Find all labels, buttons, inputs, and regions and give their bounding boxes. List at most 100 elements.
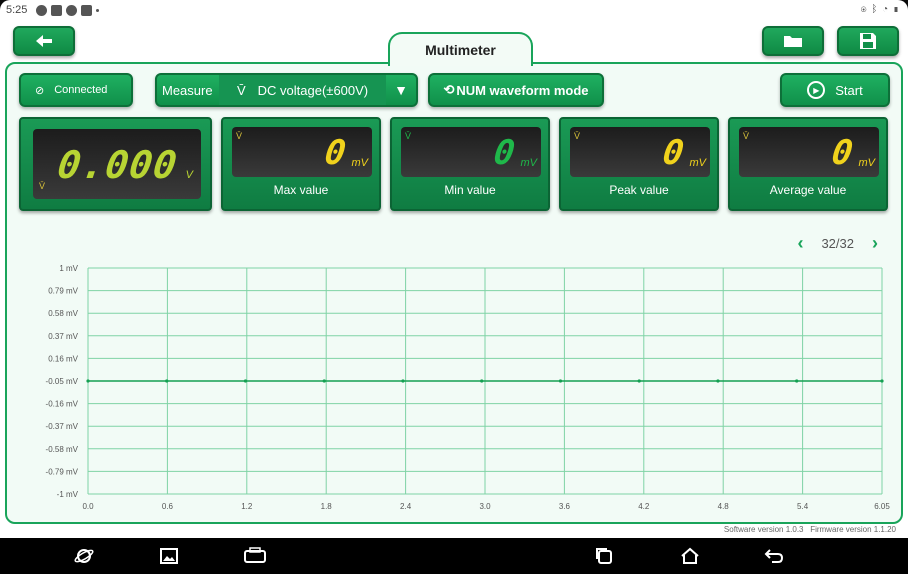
x-tick-label: 3.6	[559, 502, 571, 511]
page-indicator: 32/32	[821, 236, 854, 251]
bluetooth-icon: ᛒ	[871, 4, 879, 15]
vci-nav-button[interactable]	[237, 538, 273, 574]
status-system-icons: ◉ ᛒ ◔ ▮	[861, 4, 900, 15]
waveform-data-point	[86, 379, 90, 383]
y-tick-label: -0.05 mV	[46, 377, 79, 386]
y-tick-label: -1 mV	[57, 490, 79, 499]
open-folder-button[interactable]	[762, 26, 824, 56]
max-value-unit: mV	[351, 157, 369, 169]
gallery-nav-button[interactable]	[151, 538, 187, 574]
measure-select[interactable]: Measure V̄ DC voltage(±600V) ▼	[155, 73, 418, 107]
recent-apps-button[interactable]	[586, 538, 622, 574]
waveform-data-point	[558, 379, 563, 383]
dc-voltage-icon: V̄	[743, 131, 750, 141]
y-tick-label: -0.58 mV	[46, 445, 79, 454]
back-arrow-icon	[36, 35, 52, 47]
x-tick-label: 5.4	[797, 502, 809, 511]
waveform-mode-label: NUM waveform mode	[456, 82, 589, 98]
save-button[interactable]	[837, 26, 899, 56]
min-value-lcd: V̄ 0 mV	[401, 127, 541, 177]
dc-voltage-icon: V̄	[236, 131, 243, 141]
waveform-mode-toggle-button[interactable]: ⟲ NUM waveform mode	[428, 73, 604, 107]
main-lcd: 0.000 V V̄	[33, 129, 201, 199]
home-button[interactable]	[672, 538, 708, 574]
max-value-reading: 0	[321, 133, 349, 173]
y-tick-label: 0.37 mV	[48, 332, 78, 341]
eye-icon: ◉	[860, 4, 868, 15]
dc-voltage-icon: V̄	[405, 131, 412, 141]
status-time: 5:25	[6, 4, 28, 16]
recent-apps-icon	[596, 548, 612, 564]
previous-page-icon[interactable]: ‹	[797, 233, 803, 254]
waveform-data-point	[637, 379, 641, 383]
play-icon: ▶	[807, 81, 826, 99]
waveform-chart: 1 mV 0.79 mV 0.58 mV 0.37 mV 0.16 mV -0.05 mV…	[46, 264, 890, 511]
pager: ‹ 32/32 ›	[797, 233, 878, 254]
x-tick-label: 3.0	[479, 502, 491, 511]
dc-voltage-icon: V̄	[237, 82, 246, 98]
waveform-data-point	[716, 379, 720, 383]
max-value-lcd: V̄ 0 mV	[232, 127, 372, 177]
software-version: Software version 1.0.3	[723, 525, 804, 534]
min-value-reading: 0	[490, 133, 518, 173]
waveform-data-point	[880, 379, 884, 383]
back-nav-button[interactable]	[756, 538, 792, 574]
folder-icon	[784, 36, 802, 47]
waveform-data-point	[165, 379, 169, 383]
measure-value-text: DC voltage(±600V)	[257, 82, 369, 98]
min-value-card: V̄ 0 mV Min value	[390, 117, 550, 211]
version-footer: Software version 1.0.3 Firmware version …	[724, 525, 896, 534]
vpn-icon	[36, 5, 47, 16]
x-tick-label: 1.8	[321, 502, 333, 511]
main-reading-value: 0.000	[54, 143, 181, 187]
x-tick-label: 4.2	[638, 502, 650, 511]
peak-value-reading: 0	[659, 133, 687, 173]
waveform-data-point	[401, 379, 405, 383]
app-screen: 5:25 ◉ ᛒ ◔ ▮ Multimeter ⊘ Connected Meas…	[0, 0, 908, 538]
floppy-disk-icon	[860, 33, 876, 49]
connection-status-button[interactable]: ⊘ Connected	[19, 73, 133, 107]
next-page-icon[interactable]: ›	[872, 233, 878, 254]
more-dot-icon	[96, 9, 99, 12]
peak-value-card: V̄ 0 mV Peak value	[559, 117, 719, 211]
dropdown-arrow-icon: ▼	[394, 82, 408, 98]
battery-icon: ▮	[893, 4, 900, 15]
x-tick-label: 1.2	[241, 502, 253, 511]
image-icon	[160, 548, 178, 564]
firmware-version: Firmware version 1.1.20	[810, 525, 896, 534]
browser-nav-button[interactable]	[66, 538, 102, 574]
y-tick-label: -0.37 mV	[46, 422, 79, 431]
status-notification-icons	[36, 5, 99, 16]
link-icon: ⊘	[35, 84, 45, 97]
min-value-unit: mV	[520, 157, 538, 169]
main-reading-unit: V	[185, 169, 193, 181]
back-button[interactable]	[13, 26, 75, 56]
waveform-data-point	[480, 379, 484, 383]
max-value-label: Max value	[273, 183, 329, 197]
measure-value: V̄ DC voltage(±600V)	[219, 75, 386, 105]
start-button[interactable]: ▶ Start	[780, 73, 890, 107]
measure-label: Measure	[162, 82, 213, 98]
notification-icon	[51, 5, 62, 16]
waveform-data-point	[322, 379, 326, 383]
peak-value-label: Peak value	[609, 183, 669, 197]
android-nav-bar	[0, 538, 908, 574]
connection-status-label: Connected	[54, 84, 108, 96]
x-tick-label: 0.0	[82, 502, 94, 511]
x-tick-label: 0.6	[162, 502, 174, 511]
page-title: Multimeter	[388, 32, 533, 66]
waveform-data-point	[795, 379, 799, 383]
average-value-reading: 0	[828, 133, 856, 173]
planet-icon	[74, 549, 94, 563]
back-nav-icon	[764, 549, 784, 563]
wifi-icon: ◔	[882, 4, 890, 15]
y-tick-label: 1 mV	[59, 264, 78, 273]
min-value-label: Min value	[444, 183, 496, 197]
y-tick-label: 0.79 mV	[48, 287, 78, 296]
x-tick-label: 2.4	[400, 502, 412, 511]
dc-voltage-icon: V̄	[39, 181, 46, 191]
sync-icon	[66, 5, 77, 16]
average-value-card: V̄ 0 mV Average value	[728, 117, 888, 211]
start-label: Start	[835, 82, 863, 98]
main-reading-card: 0.000 V V̄	[19, 117, 212, 211]
